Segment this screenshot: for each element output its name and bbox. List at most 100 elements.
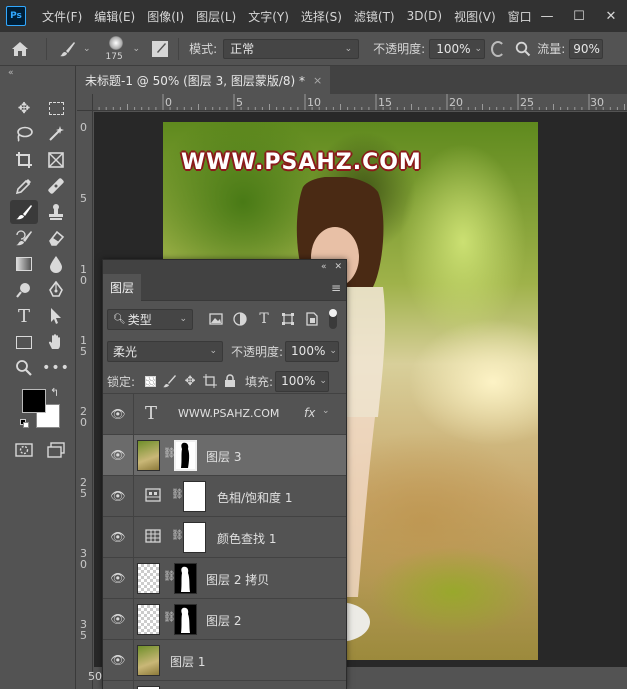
- filter-shape-icon[interactable]: [279, 310, 297, 328]
- color-lookup-icon[interactable]: [145, 529, 161, 546]
- menu-view[interactable]: 视图(V): [448, 8, 502, 25]
- layer-mask-thumbnail[interactable]: [183, 522, 206, 553]
- layer-row[interactable]: 👁︎ ⛓︎ 颜色查找 1: [103, 516, 346, 558]
- filter-pixel-icon[interactable]: [207, 310, 225, 328]
- close-tab-icon[interactable]: ×: [313, 74, 322, 87]
- layer-row[interactable]: 👁︎ T WWW.PSAHZ.COM fx ⌄: [103, 393, 346, 435]
- menu-3d[interactable]: 3D(D): [401, 9, 448, 23]
- more-icon[interactable]: •••: [42, 356, 69, 380]
- menu-image[interactable]: 图像(I): [141, 8, 190, 25]
- swap-colors-icon[interactable]: ↰: [50, 386, 59, 399]
- pressure-opacity-icon[interactable]: [491, 40, 506, 57]
- brush-settings-icon[interactable]: [148, 37, 172, 61]
- menu-layer[interactable]: 图层(L): [190, 8, 242, 25]
- menu-select[interactable]: 选择(S): [295, 8, 348, 25]
- layer-row[interactable]: 👁︎ ⛓︎ 色相/饱和度 1: [103, 475, 346, 517]
- marquee-icon[interactable]: [44, 96, 68, 120]
- lock-all-icon[interactable]: [221, 372, 239, 390]
- close-panel-icon[interactable]: ✕: [334, 262, 342, 272]
- lock-transparent-icon[interactable]: [141, 372, 159, 390]
- blend-mode-select[interactable]: 柔光 ⌄: [107, 340, 223, 362]
- eyedropper-icon[interactable]: [12, 174, 36, 198]
- eye-icon[interactable]: 👁︎: [109, 529, 127, 545]
- hand-icon[interactable]: [44, 330, 68, 354]
- filter-smart-object-icon[interactable]: [303, 310, 321, 328]
- minimize-button[interactable]: —: [531, 9, 563, 24]
- layer-opacity-input[interactable]: 100% ⌄: [285, 340, 340, 362]
- layer-row[interactable]: 👁︎ ⛓︎ 图层 2 拷贝: [103, 557, 346, 599]
- eye-icon[interactable]: 👁︎: [109, 406, 127, 422]
- foreground-color-swatch[interactable]: [22, 389, 46, 413]
- pen-icon[interactable]: [44, 278, 68, 302]
- link-icon[interactable]: ⛓︎: [171, 530, 184, 541]
- filter-type-icon[interactable]: T: [255, 310, 273, 328]
- fill-input[interactable]: 100% ⌄: [275, 370, 330, 392]
- zoom-level[interactable]: 50: [88, 670, 102, 683]
- close-button[interactable]: ✕: [595, 9, 627, 24]
- menu-file[interactable]: 文件(F): [36, 8, 88, 25]
- lasso-icon[interactable]: [12, 122, 36, 146]
- collapse-panel-icon[interactable]: «: [321, 262, 327, 272]
- dodge-icon[interactable]: [12, 278, 36, 302]
- brush-tool-icon[interactable]: [53, 32, 83, 66]
- gradient-icon[interactable]: [12, 252, 36, 276]
- opacity-input[interactable]: 100% ⌄: [429, 38, 486, 59]
- layer-mask-thumbnail[interactable]: [174, 563, 197, 594]
- search-icon[interactable]: [513, 39, 533, 59]
- layer-row[interactable]: [103, 680, 346, 689]
- eye-icon[interactable]: 👁︎: [109, 611, 127, 627]
- healing-icon[interactable]: [44, 174, 68, 198]
- lock-position-icon[interactable]: ✥: [181, 372, 199, 390]
- flow-input[interactable]: 90%: [569, 38, 604, 59]
- menu-type[interactable]: 文字(Y): [242, 8, 295, 25]
- brush-picker-caret[interactable]: ⌄: [133, 44, 141, 54]
- zoom-icon[interactable]: [12, 356, 36, 380]
- path-select-icon[interactable]: [44, 304, 68, 328]
- document-tab[interactable]: 未标题-1 @ 50% (图层 3, 图层蒙版/8) * ×: [77, 66, 331, 94]
- menu-filter[interactable]: 滤镜(T): [348, 8, 401, 25]
- home-icon[interactable]: [0, 32, 40, 66]
- layer-mask-thumbnail[interactable]: [174, 604, 197, 635]
- screen-mode-icon[interactable]: [44, 438, 68, 462]
- chevron-down-icon[interactable]: ⌄: [322, 406, 330, 416]
- tab-layers[interactable]: 图层: [103, 274, 141, 301]
- layer-mask-thumbnail[interactable]: [183, 481, 206, 512]
- collapse-toolbar-icon[interactable]: «: [0, 66, 75, 80]
- vertical-ruler[interactable]: 0 5 1 0 1 5 2 0 2 5 3 0 3 5: [77, 111, 93, 689]
- layer-thumbnail[interactable]: [137, 563, 160, 594]
- tool-preset-caret[interactable]: ⌄: [83, 44, 91, 54]
- horizontal-ruler[interactable]: 0 5 10 15 20 25 30: [93, 94, 627, 111]
- frame-icon[interactable]: [44, 148, 68, 172]
- eye-icon[interactable]: 👁︎: [109, 652, 127, 668]
- layer-thumbnail[interactable]: [137, 604, 160, 635]
- layer-row[interactable]: 👁︎ ⛓︎ 图层 3: [103, 434, 346, 476]
- rectangle-icon[interactable]: [12, 330, 36, 354]
- history-brush-icon[interactable]: [12, 226, 36, 250]
- move-icon[interactable]: ✥: [12, 96, 36, 120]
- filter-kind-select[interactable]: 🔍︎ 类型 ⌄: [107, 308, 193, 330]
- eye-icon[interactable]: 👁︎: [109, 570, 127, 586]
- layer-thumbnail[interactable]: [137, 645, 160, 676]
- eye-icon[interactable]: 👁︎: [109, 488, 127, 504]
- magic-wand-icon[interactable]: [44, 122, 68, 146]
- brush-preset-picker[interactable]: 175: [99, 32, 133, 66]
- menu-edit[interactable]: 编辑(E): [88, 8, 141, 25]
- layer-row[interactable]: 👁︎ 图层 1: [103, 639, 346, 681]
- blur-icon[interactable]: [44, 252, 68, 276]
- brush-icon[interactable]: [10, 200, 38, 224]
- eye-icon[interactable]: 👁︎: [109, 447, 127, 463]
- maximize-button[interactable]: ☐: [563, 9, 595, 24]
- panel-menu-icon[interactable]: ≡: [331, 281, 341, 295]
- type-icon[interactable]: T: [12, 304, 36, 328]
- stamp-icon[interactable]: [44, 200, 68, 224]
- layer-thumbnail[interactable]: [137, 440, 160, 471]
- layer-effects-icon[interactable]: fx: [304, 406, 315, 420]
- mode-select[interactable]: 正常 ⌄: [223, 38, 360, 59]
- layer-mask-thumbnail[interactable]: [174, 440, 197, 471]
- default-colors-icon[interactable]: [20, 419, 30, 429]
- lock-artboard-icon[interactable]: [201, 372, 219, 390]
- link-icon[interactable]: ⛓︎: [171, 489, 184, 500]
- filter-toggle[interactable]: [329, 309, 337, 329]
- crop-icon[interactable]: [12, 148, 36, 172]
- panel-titlebar[interactable]: « ✕: [103, 260, 346, 274]
